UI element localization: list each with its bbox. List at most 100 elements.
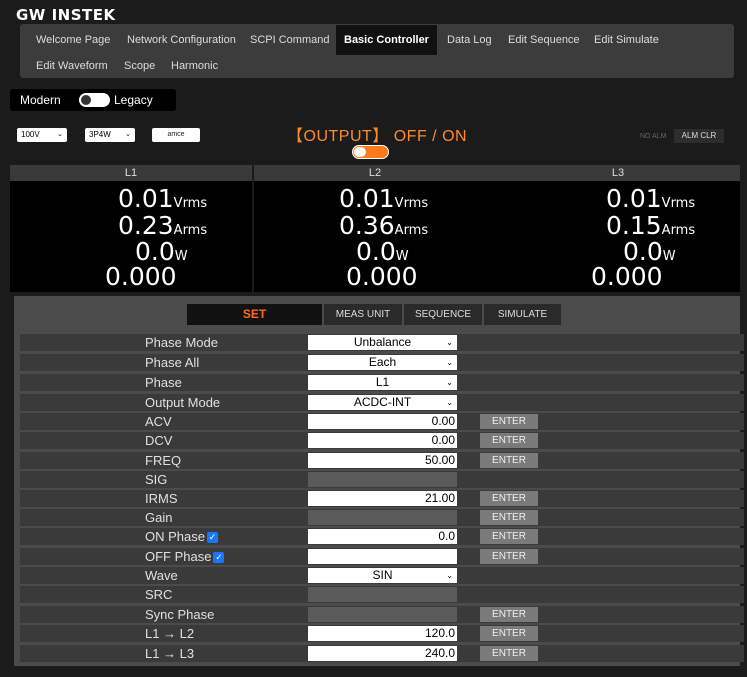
row-label: ACV (145, 414, 172, 429)
dcv-enter-button[interactable]: ENTER (480, 433, 538, 448)
row-label: L1 → L2 (145, 626, 195, 641)
phase-mode-select-value: Unbalance (353, 335, 412, 349)
mode-switch: Modern Legacy (10, 89, 176, 111)
nav-scpi-command[interactable]: SCPI Command (242, 30, 337, 50)
acv-input[interactable]: 0.00 (308, 414, 457, 429)
l1-l2-input[interactable]: 120.0 (308, 626, 457, 641)
phase-all-select[interactable]: Each ⌄ (308, 355, 457, 370)
row-phase-mode: Phase Mode Unbalance ⌄ (20, 334, 744, 351)
toggle-knob (81, 95, 91, 105)
dcv-input[interactable]: 0.00 (308, 433, 457, 448)
output-toggle[interactable] (352, 145, 389, 159)
row-label: FREQ (145, 453, 182, 468)
wave-select-value: SIN (372, 568, 393, 582)
row-phase-all: Phase All Each ⌄ (20, 354, 744, 371)
vrms-unit: Vrms (173, 196, 208, 211)
vrms-value: 0.01 (606, 184, 662, 213)
row-label: Gain (145, 510, 173, 525)
row-label: Output Mode (145, 395, 221, 410)
row-label: Phase (145, 375, 182, 390)
row-src: SRC (20, 586, 744, 603)
meter-l1-vrms: 0.01Vrms (118, 184, 207, 213)
row-wave: Wave SIN ⌄ (20, 567, 744, 584)
freq-enter-button[interactable]: ENTER (480, 453, 538, 468)
tab-simulate[interactable]: SIMULATE (484, 304, 561, 325)
wave-select[interactable]: SIN ⌄ (308, 568, 457, 583)
row-gain: Gain ENTER (20, 509, 744, 526)
vrms-value: 0.01 (339, 184, 395, 213)
arms-unit: Arms (661, 223, 696, 238)
meter-l1-pf: 0.000 (105, 262, 177, 291)
wiring-select[interactable]: 3P4W ⌄ (85, 128, 135, 142)
irms-input[interactable]: 21.00 (308, 491, 457, 506)
meter-l1-arms: 0.23Arms (118, 211, 207, 240)
gain-enter-button[interactable]: ENTER (480, 510, 538, 525)
vrms-unit: Vrms (661, 196, 696, 211)
meter-l1-header: L1 (10, 165, 252, 181)
meter-panel: L1 0.01Vrms 0.23Arms 0.0W 0.000 L2 0.01V… (10, 165, 740, 292)
meter-l3-vrms: 0.01Vrms (606, 184, 695, 213)
row-label: L1 → L3 (145, 646, 195, 661)
chevron-down-icon: ⌄ (57, 131, 63, 138)
nav-edit-simulate[interactable]: Edit Simulate (586, 30, 667, 50)
irms-enter-button[interactable]: ENTER (480, 491, 538, 506)
freq-input[interactable]: 50.00 (308, 453, 457, 468)
arms-value: 0.15 (606, 211, 662, 240)
chevron-down-icon: ⌄ (446, 358, 453, 367)
row-irms: IRMS 21.00 ENTER (20, 490, 744, 507)
output-label: 【OUTPUT】 (287, 128, 389, 145)
chevron-down-icon: ⌄ (446, 398, 453, 407)
vrms-value: 0.01 (118, 184, 174, 213)
row-label: ON Phase ✓ (145, 528, 218, 545)
row-output-mode: Output Mode ACDC-INT ⌄ (20, 394, 744, 411)
phase-mode-select[interactable]: Unbalance ⌄ (308, 335, 457, 350)
nav-edit-waveform[interactable]: Edit Waveform (28, 56, 116, 76)
row-off-phase: OFF Phase ✓ ENTER (20, 548, 744, 565)
l1-l3-input[interactable]: 240.0 (308, 646, 457, 661)
nav-basic-controller[interactable]: Basic Controller (336, 25, 437, 55)
row-sync-phase: Sync Phase ENTER (20, 606, 744, 623)
nav-welcome-page[interactable]: Welcome Page (28, 30, 118, 50)
nav-network-configuration[interactable]: Network Configuration (119, 30, 244, 50)
on-phase-input[interactable]: 0.0 (308, 529, 457, 544)
nav-data-log[interactable]: Data Log (439, 30, 500, 50)
meter-l3-header: L3 (496, 165, 740, 181)
alarm-clear-button[interactable]: ALM CLR (674, 129, 724, 143)
range-select[interactable]: 100V ⌄ (17, 128, 67, 142)
mode-toggle[interactable] (79, 93, 110, 107)
nav-edit-sequence[interactable]: Edit Sequence (500, 30, 588, 50)
row-label: SIG (145, 472, 168, 487)
vrms-unit: Vrms (394, 196, 429, 211)
nav-harmonic[interactable]: Harmonic (163, 56, 226, 76)
phase-select[interactable]: L1 ⌄ (308, 375, 457, 390)
row-on-phase: ON Phase ✓ 0.0 ENTER (20, 528, 744, 545)
off-phase-checkbox[interactable]: ✓ (213, 552, 225, 564)
meter-l2: L2 0.01Vrms 0.36Arms 0.0W 0.000 (254, 165, 496, 292)
small-action-button[interactable]: amce (152, 128, 200, 142)
nav-scope[interactable]: Scope (116, 56, 163, 76)
meter-l2-header: L2 (254, 165, 496, 181)
off-phase-input[interactable] (308, 549, 457, 564)
acv-enter-button[interactable]: ENTER (480, 414, 538, 429)
gain-input (308, 510, 457, 525)
tab-meas-unit[interactable]: MEAS UNIT (324, 304, 402, 325)
row-l1-l3: L1 → L3 240.0 ENTER (20, 645, 744, 662)
row-l1-l2: L1 → L2 120.0 ENTER (20, 625, 744, 642)
off-phase-enter-button[interactable]: ENTER (480, 549, 538, 564)
meter-l3: L3 0.01Vrms 0.15Arms 0.0W 0.000 (496, 165, 740, 292)
on-phase-enter-button[interactable]: ENTER (480, 529, 538, 544)
gwinstek-logo: GW INSTEK (16, 6, 116, 24)
sync-phase-enter-button[interactable]: ENTER (480, 607, 538, 622)
output-mode-select[interactable]: ACDC-INT ⌄ (308, 395, 457, 410)
tab-sequence[interactable]: SEQUENCE (404, 304, 482, 325)
arms-value: 0.36 (339, 211, 395, 240)
mode-modern-label: Modern (20, 93, 61, 107)
tab-set[interactable]: SET (187, 304, 322, 325)
l1-l3-enter-button[interactable]: ENTER (480, 646, 538, 661)
on-phase-checkbox[interactable]: ✓ (206, 532, 218, 544)
sync-phase-input (308, 607, 457, 622)
row-label: DCV (145, 433, 173, 448)
on-phase-label: ON Phase (145, 529, 205, 544)
l1-l2-enter-button[interactable]: ENTER (480, 626, 538, 641)
output-state-text: OFF / ON (393, 128, 468, 145)
